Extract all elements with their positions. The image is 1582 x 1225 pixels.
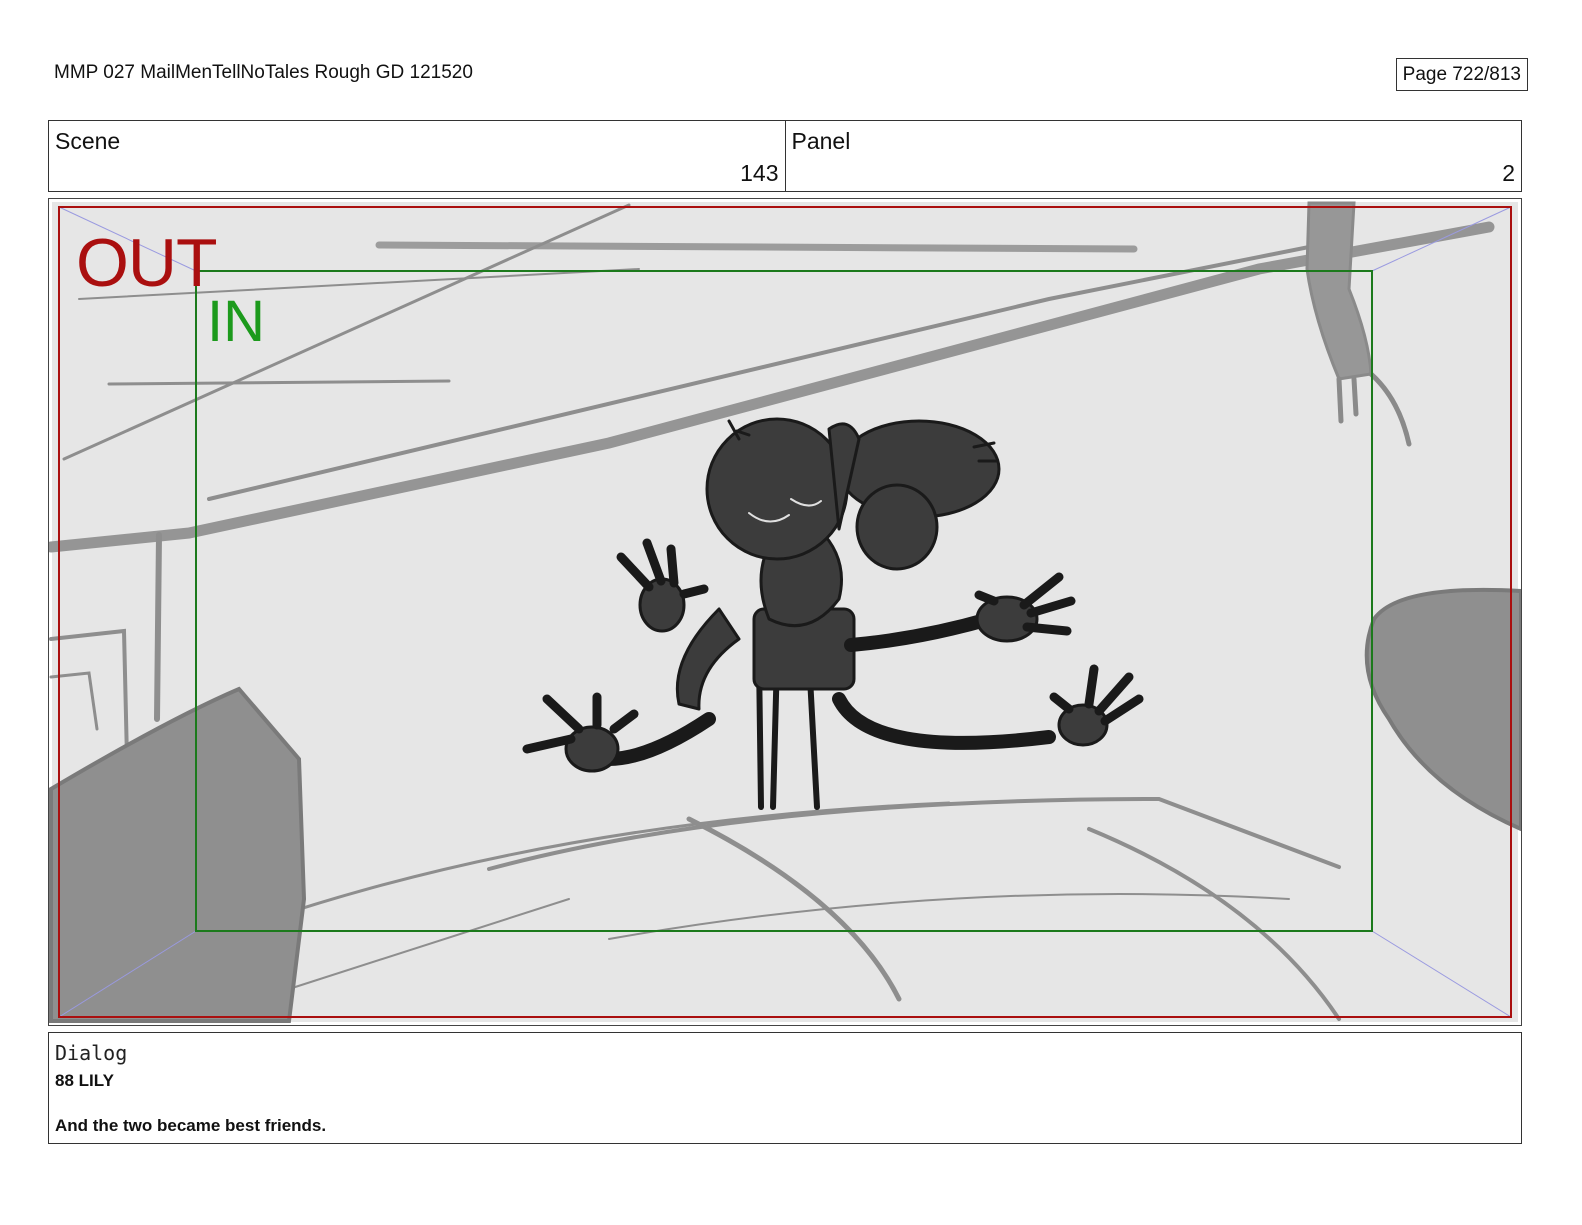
dialog-line: And the two became best friends. [55,1116,327,1135]
scene-cell: Scene 143 [49,121,785,191]
dialog-speaker: 88 LILY [55,1071,114,1090]
storyboard-frame: OUT IN [48,198,1522,1026]
panel-cell: Panel 2 [784,121,1522,191]
scene-number: 143 [740,160,779,186]
panel-label: Panel [791,128,851,154]
out-frame-label: OUT [76,225,218,301]
scene-panel-row: Scene 143 Panel 2 [48,120,1522,192]
page-number-box: Page 722/813 [1395,58,1528,91]
in-frame-label: IN [207,289,265,354]
dialog-label: Dialog [55,1041,128,1065]
storyboard-sketch [49,201,1521,1023]
dialog-box: Dialog 88 LILY And the two became best f… [48,1032,1522,1144]
document-title: MMP 027 MailMenTellNoTales Rough GD 1215… [54,62,473,83]
panel-number: 2 [1502,160,1515,186]
scene-label: Scene [55,128,121,154]
